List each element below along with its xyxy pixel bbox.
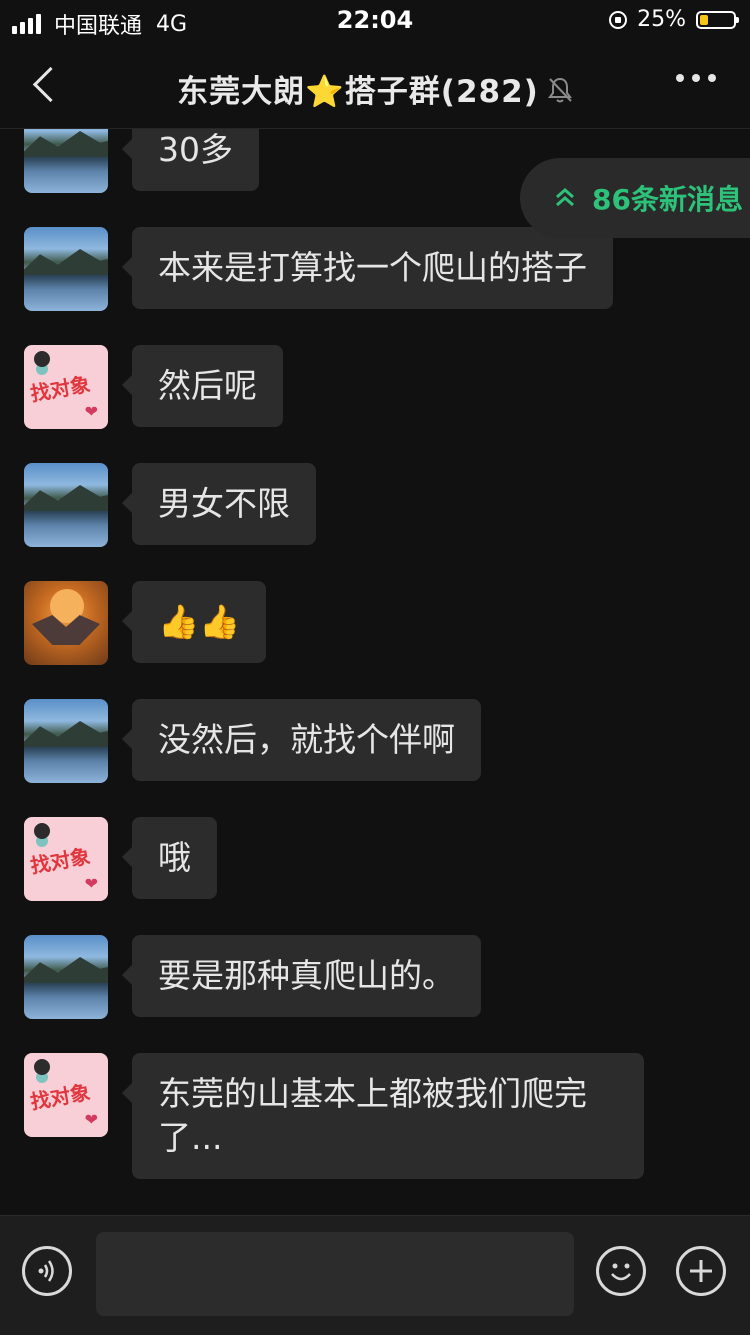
heart-icon: ❤ <box>84 1110 98 1129</box>
message-bubble[interactable]: 东莞的山基本上都被我们爬完 了... <box>122 1053 644 1179</box>
avatar[interactable] <box>24 581 108 665</box>
title-suffix: 搭子群(282) <box>344 74 539 110</box>
avatar-text: 找对象 <box>28 1079 92 1115</box>
more-actions-button[interactable] <box>676 1246 726 1296</box>
avatar[interactable] <box>24 227 108 311</box>
rotation-lock-icon <box>609 10 628 29</box>
voice-icon <box>38 1260 54 1282</box>
nav-bar: 东莞大朗⭐搭子群(282) <box>0 40 750 129</box>
battery-fill <box>700 14 708 25</box>
message-bubble[interactable]: 然后呢 <box>122 345 283 427</box>
message-bubble[interactable]: 要是那种真爬山的。 <box>122 935 481 1017</box>
message-input[interactable] <box>96 1232 574 1316</box>
chat-title: 东莞大朗⭐搭子群(282) <box>0 66 750 112</box>
avatar[interactable] <box>24 129 108 193</box>
new-messages-label: 86条新消息 <box>592 183 743 216</box>
more-options-button[interactable] <box>668 74 716 82</box>
status-right: 25% <box>609 7 739 32</box>
battery-percent: 25% <box>637 7 686 32</box>
star-icon: ⭐ <box>305 74 345 110</box>
emoji-button[interactable] <box>596 1246 646 1296</box>
avatar[interactable]: 找对象 ❤ <box>24 345 108 429</box>
heart-icon: ❤ <box>84 402 98 421</box>
battery-icon <box>696 10 739 29</box>
avatar[interactable] <box>24 935 108 1019</box>
voice-button[interactable] <box>22 1246 72 1296</box>
heart-icon: ❤ <box>84 874 98 893</box>
avatar[interactable] <box>24 699 108 783</box>
message-bubble[interactable]: 哦 <box>122 817 217 899</box>
avatar-text: 找对象 <box>28 371 92 407</box>
avatar-text: 找对象 <box>28 843 92 879</box>
input-bar <box>0 1215 750 1335</box>
chat-area[interactable]: 30多 本来是打算找一个爬山的搭子 找对象 ❤ 然后呢 男女不限 👍👍 没然后，就… <box>0 129 750 1215</box>
new-messages-pill[interactable]: 86条新消息 <box>520 158 750 238</box>
title-prefix: 东莞大朗 <box>177 74 306 110</box>
plus-icon <box>690 1260 712 1282</box>
message-bubble[interactable]: 30多 <box>122 129 259 191</box>
double-chevron-up-icon <box>554 182 576 215</box>
avatar[interactable]: 找对象 ❤ <box>24 1053 108 1137</box>
message-bubble[interactable]: 👍👍 <box>121 581 267 663</box>
avatar[interactable] <box>24 463 108 547</box>
smiley-icon <box>611 1263 631 1281</box>
status-bar: 中国联通 4G 22:04 25% <box>0 0 750 40</box>
message-bubble[interactable]: 没然后，就找个伴啊 <box>122 699 481 781</box>
message-bubble[interactable]: 本来是打算找一个爬山的搭子 <box>122 227 613 309</box>
avatar[interactable]: 找对象 ❤ <box>24 817 108 901</box>
mute-bell-icon <box>547 76 573 112</box>
message-bubble[interactable]: 男女不限 <box>122 463 316 545</box>
